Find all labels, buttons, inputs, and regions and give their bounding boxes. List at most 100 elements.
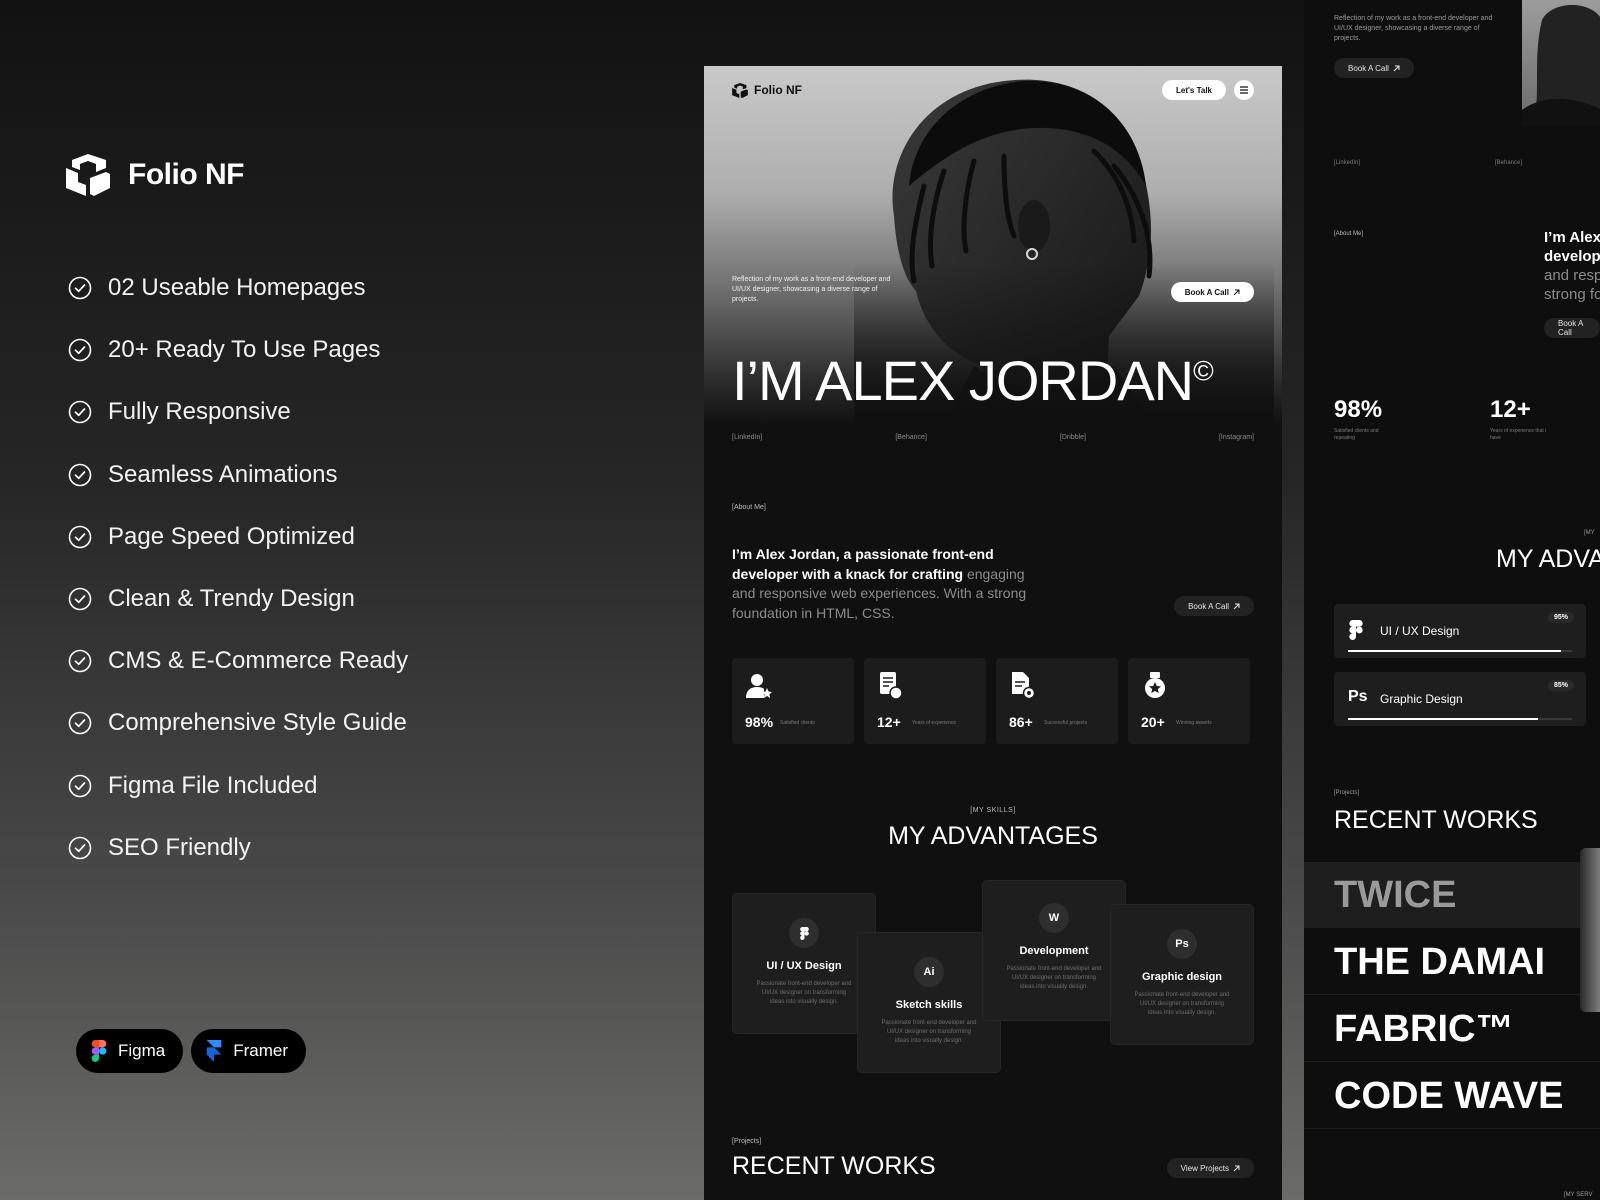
advantage-title: Development: [1019, 945, 1089, 957]
brand: Folio NF: [66, 154, 244, 196]
social-link-instagram[interactable]: [Instagram]: [1219, 434, 1254, 441]
about-text-line: and resp: [1544, 267, 1600, 284]
check-circle-icon: [68, 401, 92, 424]
feature-item: Seamless Animations: [68, 444, 408, 506]
projects-tag: [Projects]: [732, 1138, 762, 1145]
mockup-logo-text: Folio NF: [754, 83, 802, 97]
menu-button[interactable]: [1234, 80, 1254, 100]
work-list-item[interactable]: THE DAMAI: [1304, 929, 1600, 995]
cube-logo-icon: [732, 82, 748, 98]
feature-list: 02 Useable Homepages 20+ Ready To Use Pa…: [68, 257, 408, 879]
stat-value: 86+: [1009, 714, 1033, 730]
stat-label: Winning awards: [1176, 720, 1212, 726]
framer-icon: [206, 1040, 222, 1062]
brand-name: Folio NF: [128, 158, 244, 191]
arrow-up-right-icon: [1233, 289, 1240, 295]
work-title: FABRIC™: [1334, 1008, 1514, 1050]
advantage-card[interactable]: UI / UX Design Passionate front-end deve…: [732, 893, 876, 1034]
lets-talk-button[interactable]: Let's Talk: [1162, 80, 1226, 100]
view-projects-button[interactable]: View Projects: [1166, 1158, 1254, 1178]
hero-title: I’M ALEX JORDAN©: [732, 348, 1214, 413]
book-call-label: Book A Call: [1558, 319, 1583, 337]
skills-tag: [MY: [1584, 530, 1595, 536]
social-link-linkedin[interactable]: [LinkedIn]: [1334, 160, 1360, 166]
arrow-up-right-icon: [1233, 603, 1240, 609]
skill-progress-track: [1348, 650, 1572, 652]
work-list-item[interactable]: FABRIC™: [1304, 996, 1600, 1062]
social-link-behance[interactable]: [Behance]: [1495, 160, 1522, 166]
stat-value: 98%: [1334, 396, 1383, 423]
stat-label: Satisfied clients and repeating: [1334, 428, 1379, 441]
figma-icon: [91, 1040, 107, 1062]
social-link-linkedin[interactable]: [LinkedIn]: [732, 434, 762, 441]
skills-tag: [MY SKILLS]: [970, 807, 1016, 814]
hero-description: Reflection of my work as a front-end dev…: [1334, 15, 1493, 42]
stat-card: 86+ Successful projects: [996, 658, 1118, 744]
about-book-call-button[interactable]: Book A Call: [1544, 318, 1600, 338]
social-link-dribble[interactable]: [Dribble]: [1060, 434, 1086, 441]
stat-value: 12+: [1490, 396, 1531, 423]
about-tag: [About Me]: [732, 504, 766, 511]
webflow-icon: W: [1039, 903, 1069, 933]
feature-label: Figma File Included: [108, 771, 318, 799]
arrow-up-right-icon: [1233, 1165, 1240, 1171]
view-projects-label: View Projects: [1180, 1163, 1229, 1173]
mockup-logo[interactable]: Folio NF: [732, 82, 802, 98]
feature-item: Fully Responsive: [68, 381, 408, 443]
photoshop-icon: Ps: [1348, 688, 1368, 705]
advantage-description: Passionate front-end developer and UI/UX…: [1134, 992, 1230, 1016]
hero-book-call-button[interactable]: Book A Call: [1334, 58, 1414, 78]
work-list-item[interactable]: CODE WAVE: [1304, 1063, 1600, 1129]
projects-title: RECENT WORKS: [732, 1152, 936, 1180]
feature-label: Fully Responsive: [108, 398, 291, 426]
work-title: TWICE: [1334, 874, 1457, 916]
hero-name: I’M ALEX JORDAN: [732, 349, 1194, 412]
skill-progress-track: [1348, 718, 1572, 720]
check-circle-icon: [68, 338, 92, 362]
hero-book-call-button[interactable]: Book A Call: [1170, 282, 1254, 302]
advantage-card[interactable]: W Development Passionate front-end devel…: [982, 880, 1126, 1021]
stat-card: 12+ Years of experience: [864, 658, 986, 744]
book-call-label: Book A Call: [1184, 287, 1229, 297]
feature-item: Page Speed Optimized: [68, 506, 408, 568]
advantage-card[interactable]: Ps Graphic design Passionate front-end d…: [1110, 904, 1254, 1045]
framer-label: Framer: [233, 1041, 289, 1060]
tool-badges: Figma Framer: [76, 1029, 307, 1073]
feature-item: Comprehensive Style Guide: [68, 692, 408, 754]
skill-progress-fill: [1348, 650, 1561, 652]
navbar-actions: Let's Talk: [1162, 80, 1254, 100]
services-tag: [MY SERV: [1564, 1192, 1593, 1198]
stat-label: Years of experience that i have: [1490, 428, 1547, 441]
second-homepage-mockup: Reflection of my work as a front-end dev…: [1304, 0, 1600, 1200]
feature-item: SEO Friendly: [68, 817, 408, 879]
cube-logo-icon: [66, 154, 110, 196]
skill-percent-badge: 85%: [1547, 680, 1574, 691]
feature-label: 20+ Ready To Use Pages: [108, 336, 381, 364]
about-text-line: I’m Alex: [1544, 229, 1600, 246]
advantage-card[interactable]: Ai Sketch skills Passionate front-end de…: [857, 932, 1001, 1073]
stat-card: 20+ Winning awards: [1128, 658, 1250, 744]
projects-title: RECENT WORKS: [1334, 806, 1538, 834]
skill-bar-row: Ps Graphic Design 85%: [1334, 672, 1586, 726]
social-link-behance[interactable]: [Behance]: [895, 434, 927, 441]
advantage-description: Passionate front-end developer and UI/UX…: [756, 981, 852, 1005]
feature-label: Comprehensive Style Guide: [108, 709, 407, 737]
feature-item: 02 Useable Homepages: [68, 257, 408, 319]
projects-tag: [Projects]: [1334, 790, 1360, 796]
stat-value: 20+: [1141, 714, 1165, 730]
advantage-description: Passionate front-end developer and UI/UX…: [1006, 966, 1102, 990]
feature-item: 20+ Ready To Use Pages: [68, 319, 408, 381]
hamburger-icon: [1240, 86, 1248, 94]
feature-label: SEO Friendly: [108, 833, 251, 861]
advantage-title: Sketch skills: [895, 999, 963, 1011]
feature-label: Clean & Trendy Design: [108, 585, 355, 613]
check-circle-icon: [68, 463, 92, 486]
illustrator-icon: Ai: [914, 957, 944, 987]
work-list-item[interactable]: TWICE: [1304, 862, 1600, 928]
file-gear-icon: [1012, 672, 1036, 700]
skill-label: UI / UX Design: [1380, 624, 1460, 638]
about-book-call-button[interactable]: Book A Call: [1174, 596, 1254, 616]
homepage-mockup: Folio NF Let's Talk Reflection of my wor…: [704, 66, 1282, 1200]
figma-icon: [789, 918, 819, 948]
stat-block: 98% Satisfied clients and repeating: [1334, 396, 1394, 442]
